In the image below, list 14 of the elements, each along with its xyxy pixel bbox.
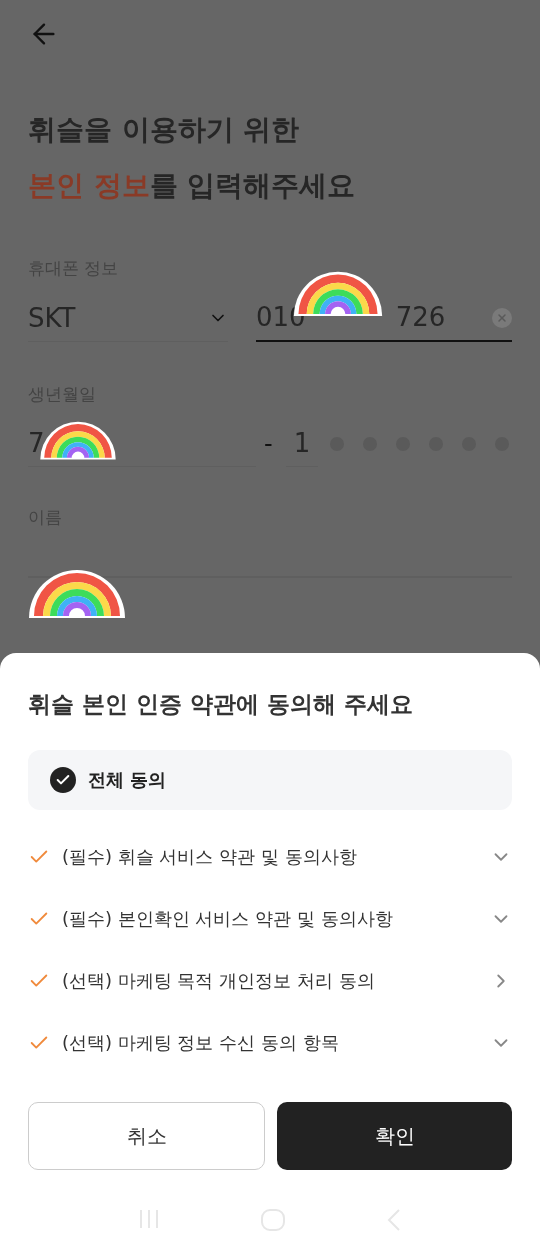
clear-icon[interactable] bbox=[492, 307, 512, 328]
confirm-button[interactable]: 확인 bbox=[277, 1101, 512, 1170]
checkbox[interactable] bbox=[50, 766, 76, 793]
terms-item[interactable]: (선택) 마케팅 목적 개인정보 처리 동의 bbox=[62, 967, 490, 994]
terms-item[interactable]: (필수) 본인확인 서비스 약관 및 동의사항 bbox=[62, 905, 490, 932]
terms-item[interactable]: (필수) 휘슬 서비스 약관 및 동의사항 bbox=[62, 843, 490, 870]
separator: - bbox=[264, 429, 274, 460]
terms-item[interactable]: (선택) 마케팅 정보 수신 동의 항목 bbox=[62, 1029, 490, 1056]
agree-all-row[interactable]: 전체 동의 bbox=[28, 749, 512, 810]
sheet-title: 휘슬 본인 인증 약관에 동의해 주세요 bbox=[28, 690, 415, 719]
page-title: 휘슬을 이용하기 위한 bbox=[28, 112, 301, 148]
cancel-button[interactable]: 취소 bbox=[28, 1101, 265, 1170]
page-title: 본인 정보를 입력해주세요 bbox=[28, 168, 357, 204]
home-icon[interactable] bbox=[260, 1207, 286, 1232]
